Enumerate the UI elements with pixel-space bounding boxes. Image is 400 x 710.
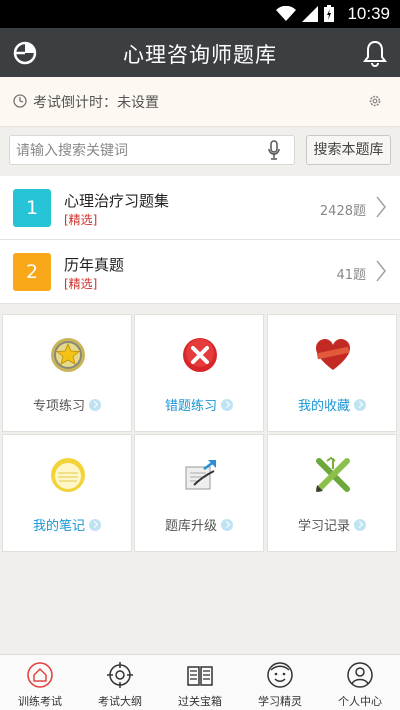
bell-icon[interactable] (362, 39, 388, 67)
upgrade-icon (185, 459, 216, 490)
nav-study-sprite[interactable]: 学习精灵 (240, 655, 320, 710)
tile-study-record[interactable]: 学习记录 (267, 434, 397, 552)
user-icon (347, 662, 373, 688)
bottom-nav: 训练考试 考试大纲 过关宝箱 学习精灵 个人中心 (0, 654, 400, 710)
exam-countdown-bar[interactable]: 考试倒计时：未设置 (0, 77, 400, 127)
arrow-circle-icon (221, 519, 233, 531)
tile-my-notes[interactable]: 我的笔记 (2, 434, 132, 552)
search-input[interactable] (16, 140, 256, 162)
chevron-right-icon (376, 196, 386, 218)
pencil-record-icon (316, 456, 350, 492)
bank-number-badge: 1 (13, 189, 51, 227)
nav-treasure-box[interactable]: 过关宝箱 (160, 655, 240, 710)
arrow-circle-icon (354, 519, 366, 531)
status-time: 10:39 (347, 4, 390, 23)
signal-icon (302, 5, 318, 22)
nav-label: 过关宝箱 (178, 695, 222, 708)
tile-label: 我的笔记 (32, 519, 85, 534)
nav-label: 训练考试 (18, 695, 62, 708)
tile-label: 我的收藏 (297, 399, 350, 414)
featured-tag: [精选] (64, 213, 98, 227)
tile-bank-upgrade[interactable]: 题库升级 (134, 434, 264, 552)
tile-my-favorites[interactable]: 我的收藏 (267, 314, 397, 432)
tile-label: 专项练习 (32, 399, 85, 414)
nav-train-exam[interactable]: 训练考试 (0, 655, 80, 710)
heart-icon (316, 339, 350, 370)
list-item-bank-2[interactable]: 2 历年真题 [精选] 41题 (0, 240, 400, 304)
nav-personal-center[interactable]: 个人中心 (320, 655, 400, 710)
search-row: 搜索本题库 (0, 127, 400, 175)
wifi-icon (276, 5, 296, 21)
tile-label: 错题练习 (164, 399, 217, 414)
search-bank-button[interactable]: 搜索本题库 (306, 135, 391, 165)
tile-special-practice[interactable]: 专项练习 (2, 314, 132, 432)
chevron-right-icon (376, 260, 386, 282)
smiley-icon (267, 662, 293, 688)
featured-tag: [精选] (64, 277, 98, 291)
status-bar: 10:39 (0, 0, 400, 28)
bank-number-badge: 2 (13, 253, 51, 291)
question-count: 2428题 (319, 204, 366, 219)
arrow-circle-icon (354, 399, 366, 411)
star-medal-icon (51, 338, 85, 372)
home-icon (27, 662, 53, 688)
app-header: 心理咨询师题库 (0, 28, 400, 77)
countdown-text: 考试倒计时：未设置 (33, 95, 159, 111)
book-icon (187, 666, 213, 686)
bank-name: 心理治疗习题集 (64, 192, 170, 210)
target-icon (107, 662, 133, 688)
notepad-icon (51, 458, 85, 492)
red-x-icon (183, 338, 217, 372)
gear-icon[interactable] (368, 94, 382, 108)
arrow-circle-icon (221, 399, 233, 411)
tile-label: 题库升级 (164, 519, 217, 534)
page-title: 心理咨询师题库 (123, 43, 277, 67)
tile-wrong-practice[interactable]: 错题练习 (134, 314, 264, 432)
status-icons (276, 5, 334, 22)
search-box (9, 135, 295, 165)
nav-label: 考试大纲 (98, 695, 142, 708)
tile-label: 学习记录 (297, 519, 350, 534)
arrow-circle-icon (89, 519, 101, 531)
battery-icon (324, 5, 334, 22)
nav-label: 学习精灵 (258, 695, 302, 708)
clock-icon (13, 94, 27, 108)
bank-name: 历年真题 (64, 256, 125, 274)
question-count: 41题 (336, 268, 366, 283)
arrow-circle-icon (89, 399, 101, 411)
microphone-icon[interactable] (268, 140, 280, 162)
nav-label: 个人中心 (338, 695, 382, 708)
nav-exam-outline[interactable]: 考试大纲 (80, 655, 160, 710)
list-item-bank-1[interactable]: 1 心理治疗习题集 [精选] 2428题 (0, 176, 400, 240)
